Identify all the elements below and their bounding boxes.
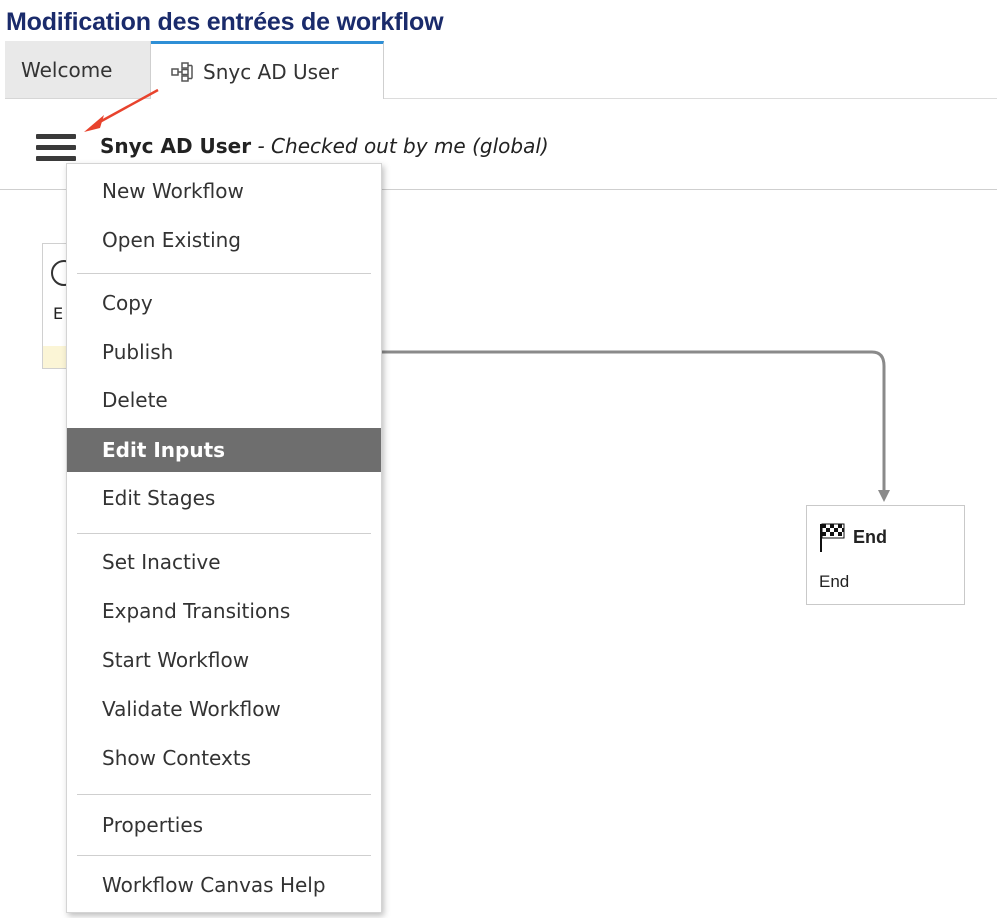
- workflow-icon: [171, 61, 193, 82]
- tabbar-divider: [384, 98, 997, 99]
- tab-snyc-ad-user[interactable]: Snyc AD User: [151, 41, 384, 99]
- workflow-context-menu: New Workflow Open Existing Copy Publish …: [66, 163, 382, 913]
- transition-arrowhead: [878, 490, 890, 502]
- end-node-title: End: [819, 522, 887, 552]
- transition-line: [380, 350, 886, 492]
- menu-item-edit-inputs[interactable]: Edit Inputs: [67, 428, 381, 472]
- menu-separator: [77, 273, 371, 274]
- menu-item-validate-workflow[interactable]: Validate Workflow: [67, 690, 381, 728]
- checkered-flag-icon: [820, 523, 845, 552]
- end-node[interactable]: End End: [806, 505, 965, 605]
- menu-item-workflow-canvas-help[interactable]: Workflow Canvas Help: [67, 866, 381, 904]
- end-node-title-label: End: [853, 526, 887, 547]
- menu-separator: [77, 533, 371, 534]
- end-node-subtitle: End: [819, 572, 850, 591]
- menu-item-new-workflow[interactable]: New Workflow: [67, 172, 381, 210]
- menu-separator: [77, 794, 371, 795]
- tab-welcome[interactable]: Welcome: [5, 41, 151, 99]
- menu-item-expand-transitions[interactable]: Expand Transitions: [67, 592, 381, 630]
- menu-item-edit-stages[interactable]: Edit Stages: [67, 479, 381, 517]
- menu-item-delete[interactable]: Delete: [67, 381, 381, 419]
- menu-item-set-inactive[interactable]: Set Inactive: [67, 543, 381, 581]
- workflow-heading: Snyc AD User - Checked out by me (global…: [100, 134, 549, 158]
- menu-item-open-existing[interactable]: Open Existing: [67, 221, 381, 259]
- menu-item-start-workflow[interactable]: Start Workflow: [67, 641, 381, 679]
- tab-snyc-ad-user-label: Snyc AD User: [203, 59, 339, 84]
- menu-item-copy[interactable]: Copy: [67, 284, 381, 322]
- workflow-status: - Checked out by me (global): [257, 134, 549, 158]
- start-node-label: E: [53, 304, 64, 323]
- menu-separator: [77, 855, 371, 856]
- menu-item-show-contexts[interactable]: Show Contexts: [67, 739, 381, 777]
- tab-bar: Welcome Snyc AD User: [5, 41, 997, 101]
- document-title: Modification des entrées de workflow: [6, 8, 444, 36]
- workflow-name: Snyc AD User: [100, 134, 252, 158]
- hamburger-menu-icon[interactable]: [36, 134, 76, 162]
- tab-welcome-label: Welcome: [21, 57, 113, 82]
- menu-item-properties[interactable]: Properties: [67, 806, 381, 844]
- menu-item-publish[interactable]: Publish: [67, 333, 381, 371]
